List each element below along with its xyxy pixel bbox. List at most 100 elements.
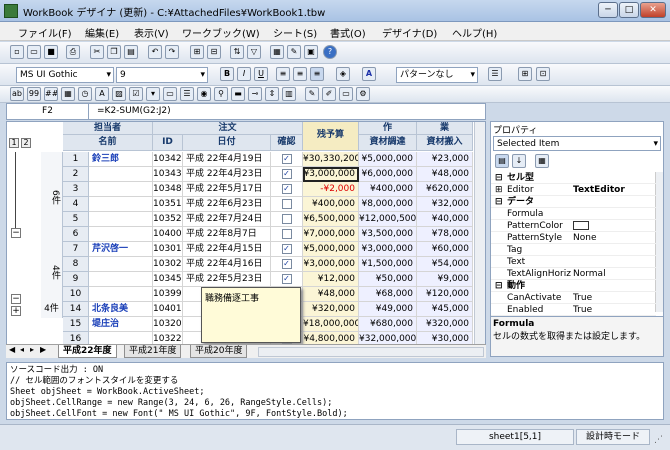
- checkbox[interactable]: ✓: [281, 168, 292, 179]
- balance-cell[interactable]: ¥3,000,000: [303, 167, 359, 182]
- res-yotatsu-cell[interactable]: ¥49,000: [359, 302, 417, 317]
- name-cell[interactable]: [89, 287, 153, 302]
- expand-icon[interactable]: +: [11, 306, 21, 316]
- row-number[interactable]: 3: [63, 182, 89, 197]
- date-cell[interactable]: 平成 22年8月7日: [183, 227, 271, 242]
- name-cell[interactable]: [89, 227, 153, 242]
- id-cell[interactable]: 10301: [153, 242, 183, 257]
- pattern-combo[interactable]: パターンなし ▾: [396, 67, 478, 83]
- horizontal-scrollbar[interactable]: [258, 347, 484, 357]
- row-number[interactable]: 15: [63, 317, 89, 332]
- balance-cell[interactable]: ¥320,000: [303, 302, 359, 317]
- sheet-tab-h21[interactable]: 平成21年度: [124, 345, 182, 358]
- row-number[interactable]: 10: [63, 287, 89, 302]
- prev-sheet-icon[interactable]: ◂: [20, 345, 24, 354]
- confirm-cell[interactable]: ✓: [271, 182, 303, 197]
- row-number[interactable]: 4: [63, 197, 89, 212]
- filter-icon[interactable]: ▽: [247, 45, 261, 59]
- delete-icon[interactable]: ⊟: [207, 45, 221, 59]
- date-cell[interactable]: 平成 22年6月23日: [183, 197, 271, 212]
- menu-designer[interactable]: デザイナ(D): [382, 25, 437, 40]
- menu-help[interactable]: ヘルプ(H): [452, 25, 497, 40]
- sort-icon[interactable]: ⇅: [230, 45, 244, 59]
- name-cell[interactable]: 堤庄治: [89, 317, 153, 332]
- selected-item-combo[interactable]: Selected Item ▾: [493, 136, 661, 151]
- tool-brush-icon[interactable]: ✐: [322, 87, 336, 101]
- row-number[interactable]: 1: [63, 152, 89, 167]
- id-cell[interactable]: 10401: [153, 302, 183, 317]
- balance-cell[interactable]: ¥48,000: [303, 287, 359, 302]
- res-yotatsu-cell[interactable]: ¥6,000,000: [359, 167, 417, 182]
- print-icon[interactable]: ⎙: [66, 45, 80, 59]
- row-number[interactable]: 2: [63, 167, 89, 182]
- grid-icon[interactable]: ▦: [270, 45, 284, 59]
- border-style-icon[interactable]: ☰: [488, 67, 502, 81]
- align-left-icon[interactable]: ≡: [276, 67, 290, 81]
- celltype-list-icon[interactable]: ☰: [180, 87, 194, 101]
- align-center-icon[interactable]: ≡: [293, 67, 307, 81]
- name-cell[interactable]: [89, 272, 153, 287]
- res-yotatsu-cell[interactable]: ¥8,000,000: [359, 197, 417, 212]
- id-cell[interactable]: 10352: [153, 212, 183, 227]
- paste-icon[interactable]: ▤: [124, 45, 138, 59]
- res-yotatsu-cell[interactable]: ¥68,000: [359, 287, 417, 302]
- prop-row[interactable]: Enabled True: [491, 304, 656, 316]
- id-cell[interactable]: 10343: [153, 167, 183, 182]
- first-sheet-icon[interactable]: ◀: [9, 345, 15, 354]
- res-hannyu-cell[interactable]: ¥78,000: [417, 227, 473, 242]
- prop-row[interactable]: ⊞ Editor TextEditor: [491, 184, 656, 196]
- res-hannyu-cell[interactable]: ¥54,000: [417, 257, 473, 272]
- vertical-scrollbar[interactable]: [474, 122, 485, 344]
- maximize-button[interactable]: □: [619, 2, 639, 18]
- undo-icon[interactable]: ↶: [148, 45, 162, 59]
- res-hannyu-cell[interactable]: ¥48,000: [417, 167, 473, 182]
- categorized-icon[interactable]: ▤: [495, 154, 509, 168]
- redo-icon[interactable]: ↷: [165, 45, 179, 59]
- sheet-tab-h22[interactable]: 平成22年度: [58, 345, 117, 358]
- res-yotatsu-cell[interactable]: ¥400,000: [359, 182, 417, 197]
- confirm-cell[interactable]: [271, 197, 303, 212]
- checkbox[interactable]: ✓: [281, 273, 292, 284]
- save-icon[interactable]: ■: [44, 45, 58, 59]
- confirm-cell[interactable]: ✓: [271, 242, 303, 257]
- id-cell[interactable]: 10345: [153, 272, 183, 287]
- date-cell[interactable]: 平成 22年4月16日: [183, 257, 271, 272]
- date-cell[interactable]: 平成 22年4月23日: [183, 167, 271, 182]
- celltype-spin-icon[interactable]: ⇕: [265, 87, 279, 101]
- checkbox[interactable]: [281, 198, 292, 209]
- res-hannyu-cell[interactable]: ¥120,000: [417, 287, 473, 302]
- help-icon[interactable]: ?: [323, 45, 337, 59]
- res-yotatsu-cell[interactable]: ¥5,000,000: [359, 152, 417, 167]
- date-cell[interactable]: 平成 22年7月24日: [183, 212, 271, 227]
- confirm-cell[interactable]: ✓: [271, 257, 303, 272]
- insert-icon[interactable]: ⊞: [190, 45, 204, 59]
- cut-icon[interactable]: ✂: [90, 45, 104, 59]
- note-icon[interactable]: ▣: [304, 45, 318, 59]
- row-number[interactable]: 7: [63, 242, 89, 257]
- menu-file[interactable]: ファイル(F): [18, 25, 72, 40]
- next-sheet-icon[interactable]: ▸: [30, 345, 34, 354]
- alphabetical-icon[interactable]: ↓: [512, 154, 526, 168]
- copy-icon[interactable]: ❐: [107, 45, 121, 59]
- prop-row[interactable]: PatternColor: [491, 220, 656, 232]
- prop-row[interactable]: Text: [491, 256, 656, 268]
- res-hannyu-cell[interactable]: ¥45,000: [417, 302, 473, 317]
- row-number[interactable]: 9: [63, 272, 89, 287]
- res-yotatsu-cell[interactable]: ¥1,500,000: [359, 257, 417, 272]
- res-yotatsu-cell[interactable]: ¥680,000: [359, 317, 417, 332]
- celltype-label-icon[interactable]: A: [95, 87, 109, 101]
- tool-pencil-icon[interactable]: ✎: [305, 87, 319, 101]
- menu-workbook[interactable]: ワークブック(W): [182, 25, 260, 40]
- id-cell[interactable]: 10399: [153, 287, 183, 302]
- name-cell[interactable]: [89, 257, 153, 272]
- res-hannyu-cell[interactable]: ¥620,000: [417, 182, 473, 197]
- align-right-icon[interactable]: ≡: [310, 67, 324, 81]
- font-size-combo[interactable]: 9 ▾: [116, 67, 208, 83]
- section-celltype[interactable]: ⊟ セル型: [491, 172, 656, 184]
- name-cell[interactable]: [89, 167, 153, 182]
- res-hannyu-cell[interactable]: ¥40,000: [417, 212, 473, 227]
- sheet-tab-h20[interactable]: 平成20年度: [190, 345, 248, 358]
- font-name-combo[interactable]: MS UI Gothic ▾: [16, 67, 114, 83]
- celltype-image-icon[interactable]: ▨: [112, 87, 126, 101]
- prop-row[interactable]: Formula: [491, 208, 656, 220]
